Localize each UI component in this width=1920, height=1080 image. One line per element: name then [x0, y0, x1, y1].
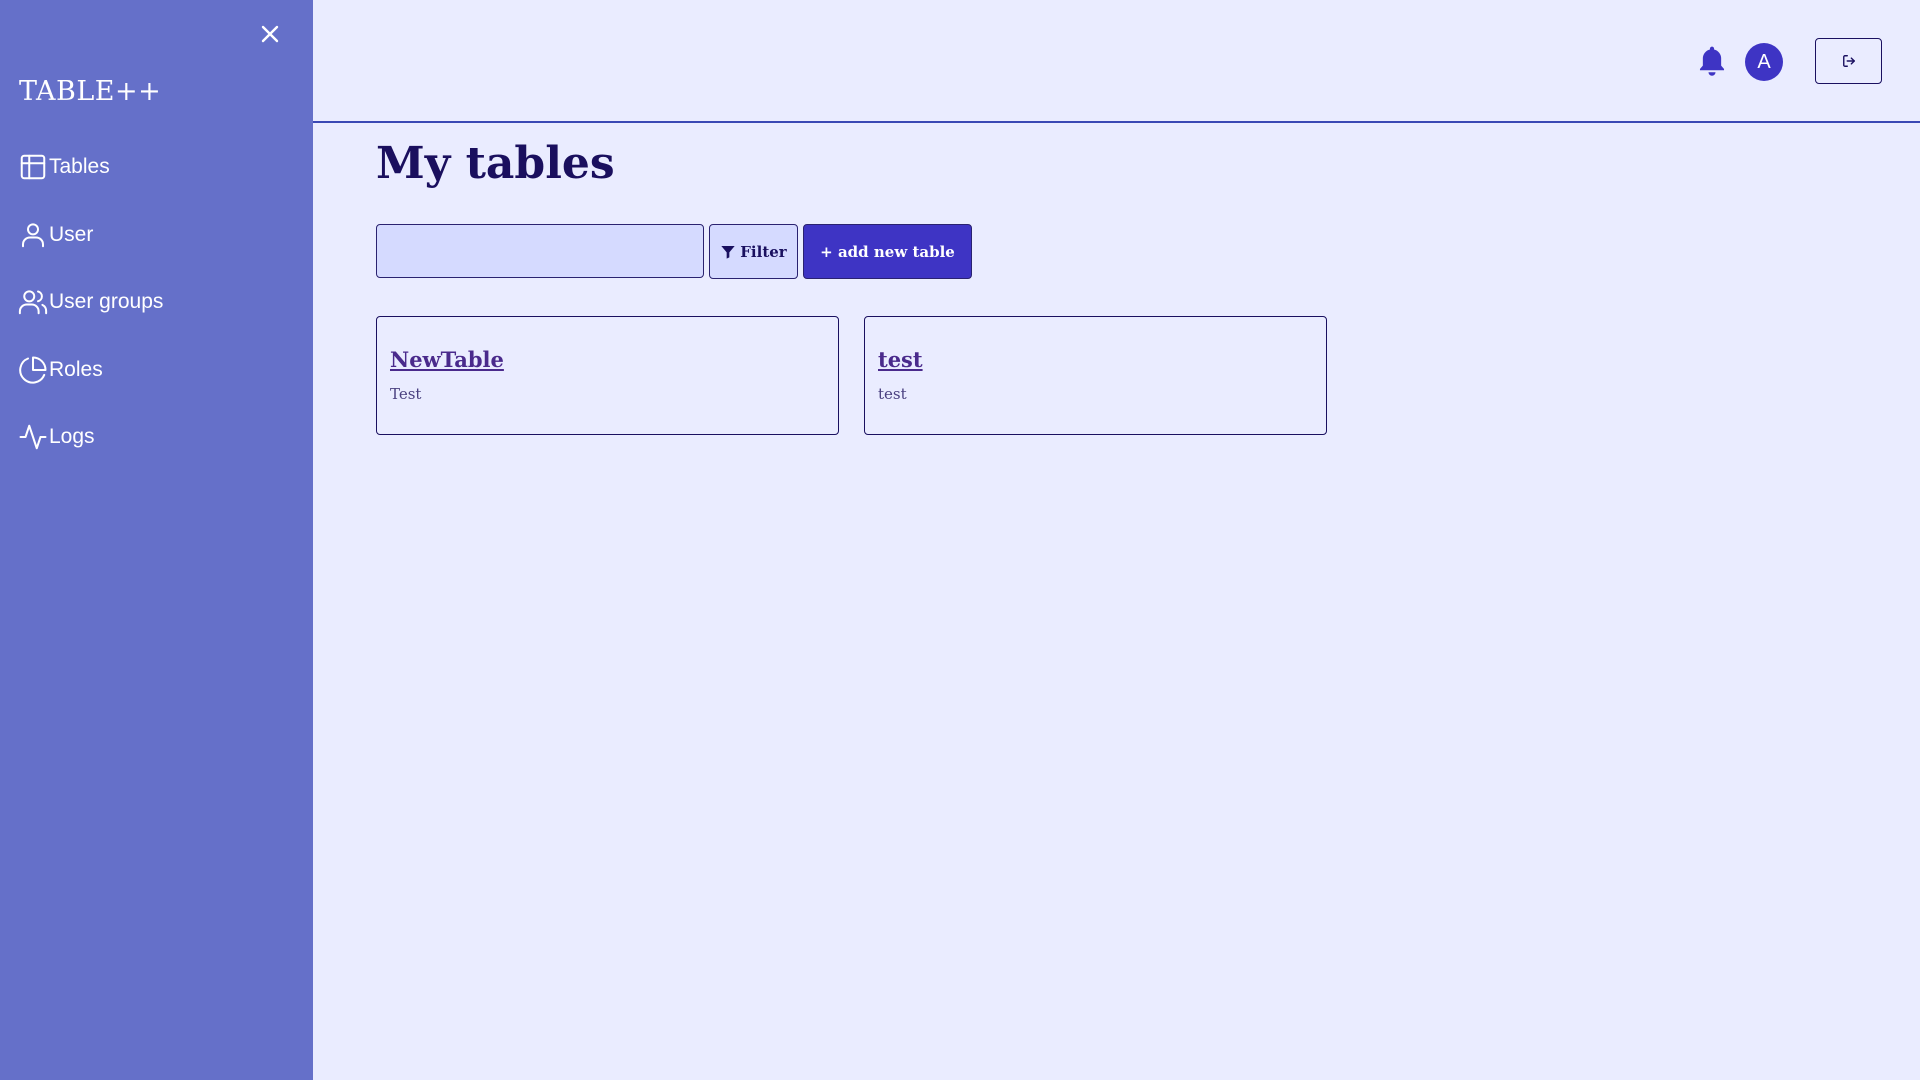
sidebar-item-label: Roles [49, 357, 103, 381]
logout-icon [1842, 55, 1855, 67]
filter-button-label: Filter [740, 242, 787, 261]
add-new-table-label: + add new table [820, 242, 955, 261]
sidebar-nav: Tables User User groups Roles Logs [18, 150, 163, 488]
sidebar-item-label: User groups [49, 290, 164, 313]
brand-logo: TABLE++ [19, 76, 162, 107]
table-card-title-link[interactable]: NewTable [390, 347, 504, 372]
close-icon [261, 25, 279, 43]
top-bar [313, 0, 1920, 123]
sidebar-item-tables[interactable]: Tables [18, 150, 163, 184]
search-input[interactable] [376, 224, 704, 278]
activity-icon [19, 424, 47, 450]
sidebar-item-user[interactable]: User [18, 218, 163, 252]
sidebar-item-label: Tables [49, 155, 110, 178]
pie-chart-icon [19, 356, 47, 384]
table-card-title-link[interactable]: test [878, 347, 923, 372]
users-icon [18, 290, 48, 315]
user-avatar[interactable]: A [1745, 43, 1783, 81]
table-card: NewTable Test [376, 316, 839, 435]
table-card-description: test [878, 385, 907, 403]
sidebar-item-roles[interactable]: Roles [18, 353, 163, 387]
logout-button[interactable] [1815, 38, 1882, 84]
filter-button[interactable]: Filter [709, 224, 798, 279]
sidebar-item-user-groups[interactable]: User groups [18, 285, 163, 319]
filter-icon [721, 245, 735, 259]
sidebar-item-label: Logs [49, 425, 95, 448]
notifications-button[interactable] [1696, 44, 1728, 78]
sidebar-item-logs[interactable]: Logs [18, 420, 163, 454]
bell-icon [1699, 46, 1725, 76]
close-sidebar-button[interactable] [256, 20, 284, 48]
page-title: My tables [376, 138, 615, 189]
sidebar: TABLE++ Tables User User groups Roles Lo… [0, 0, 313, 1080]
table-card: test test [864, 316, 1327, 435]
user-icon [22, 222, 44, 247]
add-new-table-button[interactable]: + add new table [803, 224, 972, 279]
table-icon [20, 154, 46, 180]
sidebar-item-label: User [49, 222, 94, 246]
table-card-description: Test [390, 385, 422, 403]
